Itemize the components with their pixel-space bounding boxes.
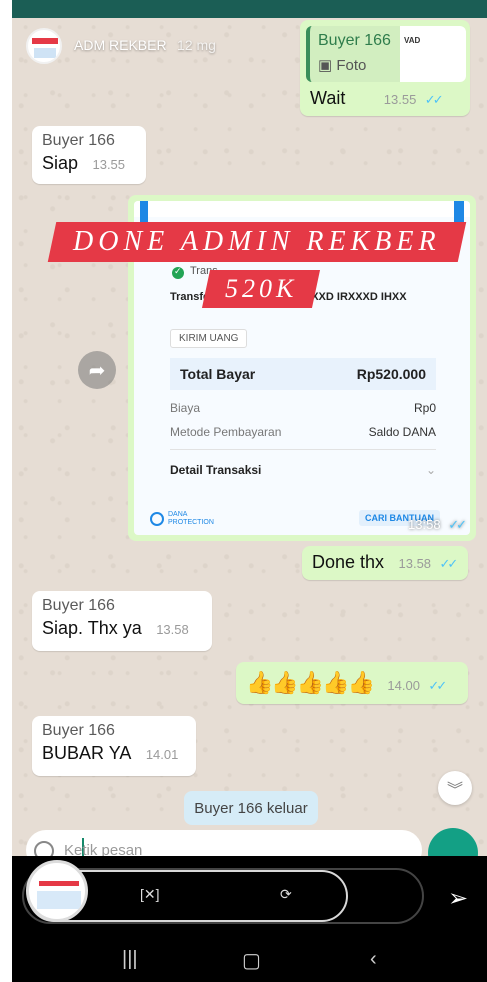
story-banner-text: DONE ADMIN REKBER [73,226,441,257]
message-sender: Buyer 166 [42,597,115,614]
message-incoming-siap[interactable]: Buyer 166 Siap 13.55 [32,126,146,184]
quoted-sender: Buyer 166 [318,32,391,49]
fullscreen-icon[interactable]: [✕] [140,886,160,903]
method-value: Saldo DANA [368,425,436,439]
story-thumbnail[interactable] [26,860,88,922]
message-row: Siap. Thx ya 13.58 [42,618,202,639]
story-amount-text: 520K [224,274,298,303]
message-text: Siap. Thx ya [42,618,142,638]
detail-label: Detail Transaksi [170,463,262,477]
receipt-top [134,201,470,223]
fee-value: Rp0 [413,401,436,415]
quoted-type: ▣ Foto [318,56,366,74]
message-time: 13.58 [398,556,432,571]
avatar[interactable] [26,28,62,64]
message-time: 13.55 [383,92,417,107]
photo-icon: ▣ [318,57,333,74]
fee-row: Biaya Rp0 [170,401,436,415]
detail-transaksi-row[interactable]: Detail Transaksi ⌄ [170,463,436,477]
system-notice: Buyer 166 keluar [184,791,318,825]
read-ticks-icon: ✓✓ [428,678,447,693]
message-sender: Buyer 166 [42,722,115,739]
image-time-text: 13:58 [408,517,441,532]
navigation-bar: ||| ▢ ‹ [12,940,487,982]
message-outgoing-thumbs[interactable]: 👍👍👍👍👍 14.00 ✓✓ [236,662,468,704]
nav-recents-icon[interactable]: ||| [122,948,138,971]
message-time: 14.01 [145,747,179,762]
story-username: ADM REKBER [74,37,167,53]
thumbs-up-icon: 👍👍👍👍👍 [246,670,375,695]
message-time: 14.00 [387,678,420,693]
total-value: Rp520.000 [356,366,426,382]
dana-protection-text: DANA PROTECTION [168,511,214,526]
quoted-thumbnail: VAD [400,26,466,82]
story-screen: ADM REKBER 12 mg Buyer 166 ▣ Foto VAD Wa… [12,0,487,982]
quoted-type-label: Foto [336,57,367,74]
fee-label: Biaya [170,401,201,415]
nav-back-icon[interactable]: ‹ [370,948,377,971]
status-bar [12,0,487,18]
total-label: Total Bayar [180,366,256,382]
scroll-down-icon[interactable]: ︾ [438,771,472,805]
shield-icon [150,512,164,526]
message-text: Done thx [312,552,385,572]
forward-icon[interactable]: ➦ [78,351,116,389]
send-icon[interactable]: ➢ [448,884,474,912]
kirim-uang-badge: KIRIM UANG [170,329,248,348]
method-label: Metode Pembayaran [170,425,282,439]
image-time: 13:58 ✓✓ [408,517,467,533]
message-incoming-bubar[interactable]: Buyer 166 BUBAR YA 14.01 [32,716,196,776]
message-incoming-siap-thx[interactable]: Buyer 166 Siap. Thx ya 13.58 [32,591,212,651]
read-ticks-icon: ✓✓ [448,517,467,532]
message-outgoing-done[interactable]: Done thx 13.58 ✓✓ [302,546,468,580]
message-time: 13.55 [92,157,126,172]
read-ticks-icon: ✓✓ [424,92,444,107]
nav-home-icon[interactable]: ▢ [242,948,261,973]
chevron-down-icon: ⌄ [425,463,436,477]
method-row: Metode Pembayaran Saldo DANA [170,425,436,439]
message-time: 13.58 [156,622,189,637]
message-row: Wait 13.55 ✓✓ [310,88,444,109]
total-bayar-row: Total Bayar Rp520.000 [170,358,436,390]
story-banner: DONE ADMIN REKBER [47,222,467,262]
story-amount-tag: 520K [201,270,321,308]
story-timestamp: 12 mg [177,37,216,53]
story-reply-bar: [✕] ⟳ ➢ [12,856,487,940]
rotate-icon[interactable]: ⟳ [280,886,292,903]
quoted-reply[interactable]: Buyer 166 ▣ Foto VAD [306,26,466,82]
dana-protection-logo: DANA PROTECTION [150,511,214,527]
message-text: BUBAR YA [42,743,132,763]
story-header[interactable]: ADM REKBER 12 mg [26,28,216,64]
quoted-thumb-label: VAD [404,36,421,45]
message-row: BUBAR YA 14.01 [42,743,186,764]
message-text: Wait [310,88,346,108]
read-ticks-icon: ✓✓ [439,556,459,571]
message-text: Siap [42,153,79,173]
divider [170,449,436,450]
message-sender: Buyer 166 [42,132,115,149]
success-icon [172,266,184,279]
message-outgoing-wait[interactable]: Buyer 166 ▣ Foto VAD Wait 13.55 ✓✓ [300,20,470,116]
message-row: Siap 13.55 [42,153,136,174]
